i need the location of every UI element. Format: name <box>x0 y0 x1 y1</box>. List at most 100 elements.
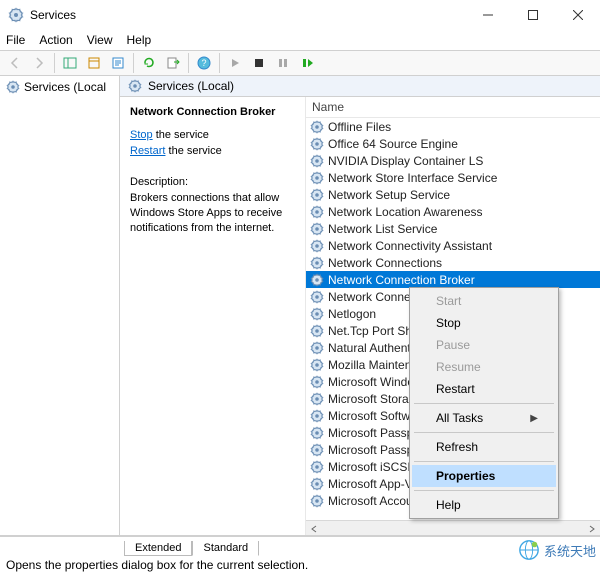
gear-icon <box>310 443 324 457</box>
gear-icon <box>310 137 324 151</box>
ctx-all-tasks[interactable]: All Tasks ▶ <box>412 407 556 429</box>
tree-root-label: Services (Local <box>24 80 106 94</box>
tree-root-services[interactable]: Services (Local <box>0 78 119 96</box>
service-row[interactable]: Network Connection Broker <box>306 271 600 288</box>
service-row[interactable]: Network Connections <box>306 254 600 271</box>
ctx-stop[interactable]: Stop <box>412 312 556 334</box>
service-row[interactable]: Network Connectivity Assistant <box>306 237 600 254</box>
refresh-button[interactable] <box>138 52 160 74</box>
service-row[interactable]: NVIDIA Display Container LS <box>306 152 600 169</box>
service-name: Network Location Awareness <box>328 205 483 219</box>
gear-icon <box>310 341 324 355</box>
description-label: Description: <box>130 175 295 190</box>
gear-icon <box>310 307 324 321</box>
services-icon <box>8 7 24 23</box>
stop-service-button[interactable] <box>248 52 270 74</box>
gear-icon <box>310 477 324 491</box>
stop-suffix: the service <box>153 129 209 141</box>
maximize-button[interactable] <box>510 0 555 30</box>
tab-extended[interactable]: Extended <box>124 541 192 556</box>
ctx-properties-label: Properties <box>436 469 495 483</box>
ctx-restart[interactable]: Restart <box>412 378 556 400</box>
watermark: 系统天地 <box>518 539 596 561</box>
help-button[interactable]: ? <box>193 52 215 74</box>
service-name: NVIDIA Display Container LS <box>328 154 483 168</box>
service-name: Network Connection Broker <box>328 273 475 287</box>
ctx-all-tasks-label: All Tasks <box>436 411 483 425</box>
menu-file[interactable]: File <box>6 33 25 47</box>
service-row[interactable]: Network Location Awareness <box>306 203 600 220</box>
show-hide-console-button[interactable] <box>59 52 81 74</box>
horizontal-scrollbar[interactable] <box>306 520 600 535</box>
globe-icon <box>518 539 540 561</box>
service-row[interactable]: Network Setup Service <box>306 186 600 203</box>
minimize-button[interactable] <box>465 0 510 30</box>
export-button[interactable] <box>107 52 129 74</box>
service-name: Office 64 Source Engine <box>328 137 458 151</box>
ctx-refresh[interactable]: Refresh <box>412 436 556 458</box>
toolbar: ? <box>0 50 600 76</box>
back-button <box>4 52 26 74</box>
watermark-text: 系统天地 <box>544 541 596 560</box>
scroll-left-icon[interactable] <box>306 521 322 536</box>
gear-icon <box>310 375 324 389</box>
view-tabs: Extended Standard <box>0 536 600 556</box>
service-row[interactable]: Network Store Interface Service <box>306 169 600 186</box>
gear-icon <box>310 426 324 440</box>
gear-icon <box>310 188 324 202</box>
restart-service-button[interactable] <box>296 52 318 74</box>
ctx-resume: Resume <box>412 356 556 378</box>
window-title: Services <box>30 8 465 22</box>
export-list-button[interactable] <box>162 52 184 74</box>
menu-help[interactable]: Help <box>127 33 152 47</box>
service-name: Netlogon <box>328 307 376 321</box>
gear-icon <box>310 290 324 304</box>
titlebar: Services <box>0 0 600 30</box>
pane-header-title: Services (Local) <box>148 79 234 93</box>
service-name: Network Connections <box>328 256 442 270</box>
scroll-right-icon[interactable] <box>584 521 600 536</box>
service-name: Network List Service <box>328 222 437 236</box>
svg-text:?: ? <box>201 58 206 68</box>
ctx-help[interactable]: Help <box>412 494 556 516</box>
start-service-button <box>224 52 246 74</box>
gear-icon <box>310 460 324 474</box>
submenu-arrow-icon: ▶ <box>530 413 538 424</box>
restart-service-link[interactable]: Restart <box>130 145 165 157</box>
service-name: Network Setup Service <box>328 188 450 202</box>
ctx-pause: Pause <box>412 334 556 356</box>
forward-button <box>28 52 50 74</box>
statusbar: Opens the properties dialog box for the … <box>0 556 600 576</box>
gear-icon <box>310 205 324 219</box>
gear-icon <box>310 324 324 338</box>
description-text: Brokers connections that allow Windows S… <box>130 191 295 237</box>
gear-icon <box>310 120 324 134</box>
tab-standard[interactable]: Standard <box>192 541 259 556</box>
restart-suffix: the service <box>165 145 221 157</box>
properties-button[interactable] <box>83 52 105 74</box>
gear-icon <box>310 273 324 287</box>
service-name: Network Store Interface Service <box>328 171 497 185</box>
menu-view[interactable]: View <box>87 33 113 47</box>
ctx-properties[interactable]: Properties <box>412 465 556 487</box>
menubar: File Action View Help <box>0 30 600 50</box>
gear-icon <box>310 222 324 236</box>
pause-service-button <box>272 52 294 74</box>
column-header-name[interactable]: Name <box>306 97 600 118</box>
service-row[interactable]: Network List Service <box>306 220 600 237</box>
gear-icon <box>310 154 324 168</box>
close-button[interactable] <box>555 0 600 30</box>
pane-header: Services (Local) <box>120 76 600 97</box>
context-menu: Start Stop Pause Resume Restart All Task… <box>409 287 559 519</box>
gear-icon <box>6 80 20 94</box>
menu-action[interactable]: Action <box>39 33 72 47</box>
service-row[interactable]: Offline Files <box>306 118 600 135</box>
detail-title: Network Connection Broker <box>130 105 295 120</box>
gear-icon <box>310 494 324 508</box>
service-name: Offline Files <box>328 120 391 134</box>
gear-icon <box>310 409 324 423</box>
stop-service-link[interactable]: Stop <box>130 129 153 141</box>
service-row[interactable]: Office 64 Source Engine <box>306 135 600 152</box>
service-name: Network Connectivity Assistant <box>328 239 492 253</box>
gear-icon <box>310 171 324 185</box>
